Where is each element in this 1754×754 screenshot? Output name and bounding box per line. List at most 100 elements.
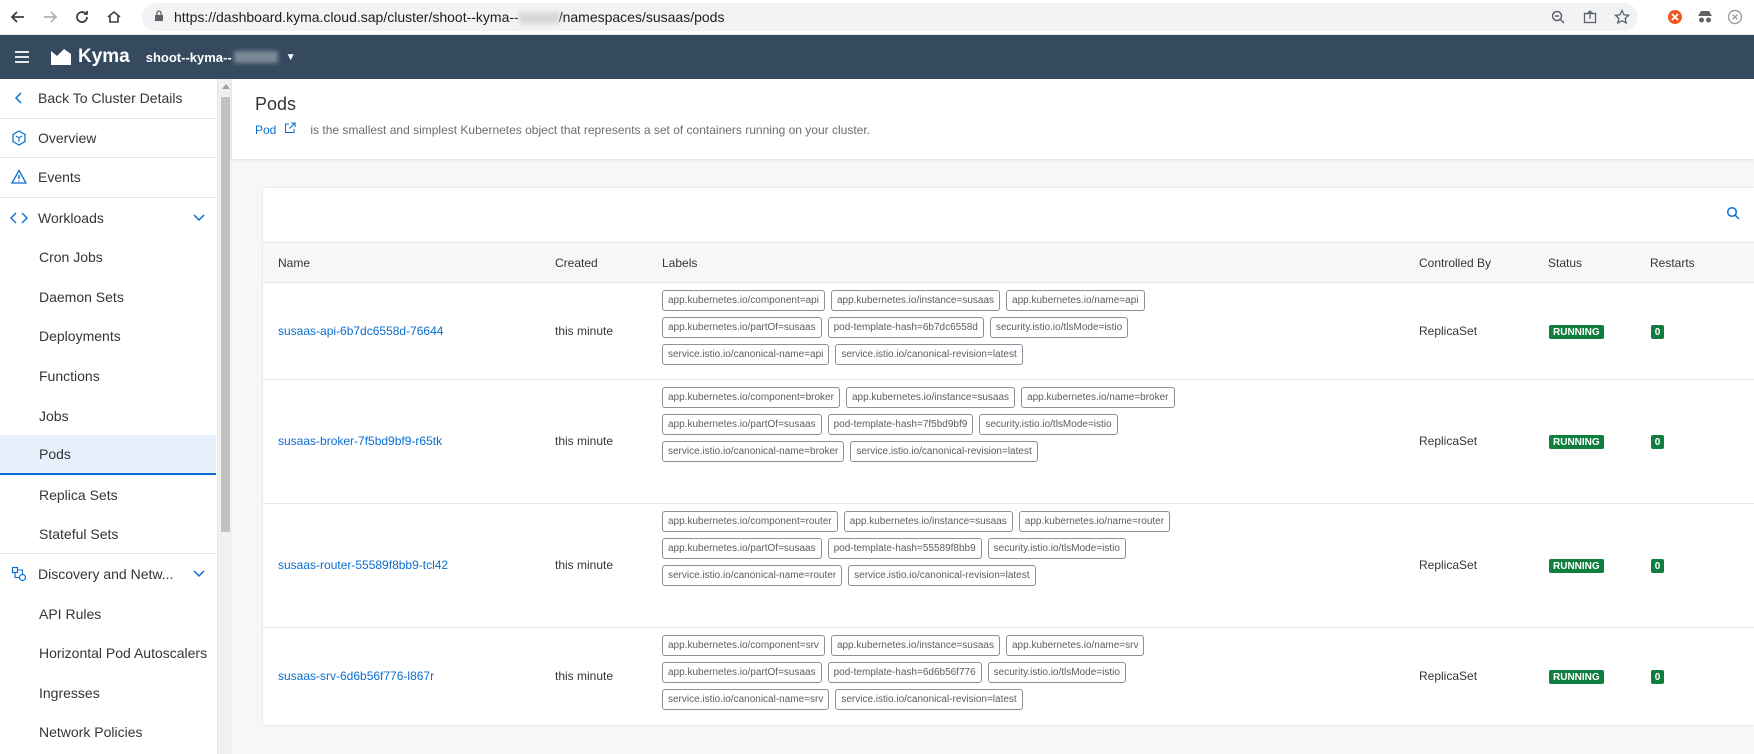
sidebar-item-functions[interactable]: Functions bbox=[0, 356, 216, 396]
controlled-by-cell[interactable]: ReplicaSet bbox=[1419, 558, 1477, 572]
kyma-logo[interactable]: Kyma bbox=[50, 46, 130, 68]
home-icon[interactable] bbox=[100, 3, 128, 31]
incognito-extension-icon[interactable] bbox=[1692, 4, 1718, 30]
label-chip: security.istio.io/tlsMode=istio bbox=[987, 662, 1126, 683]
label-chip: service.istio.io/canonical-revision=late… bbox=[835, 689, 1023, 710]
sidebar-item-horizontal-pod-autoscalers[interactable]: Horizontal Pod Autoscalers bbox=[0, 633, 216, 673]
label-chip: app.kubernetes.io/instance=susaas bbox=[843, 511, 1013, 532]
label-chip: app.kubernetes.io/partOf=susaas bbox=[662, 317, 822, 338]
sidebar-item-daemon-sets[interactable]: Daemon Sets bbox=[0, 277, 216, 317]
url-prefix: https://dashboard.kyma.cloud.sap/cluster… bbox=[174, 9, 519, 25]
label-chip: security.istio.io/tlsMode=istio bbox=[989, 317, 1129, 338]
external-link-icon[interactable] bbox=[284, 122, 296, 137]
sidebar-item-label: Functions bbox=[39, 367, 100, 384]
label-chip: service.istio.io/canonical-name=srv bbox=[662, 689, 830, 710]
sidebar-item-label: Ingresses bbox=[39, 684, 100, 701]
namespace-icon bbox=[0, 130, 38, 146]
close-circle-icon[interactable] bbox=[1722, 4, 1748, 30]
column-header-created[interactable]: Created bbox=[555, 256, 598, 270]
label-chip: app.kubernetes.io/partOf=susaas bbox=[662, 414, 822, 435]
sidebar-item-jobs[interactable]: Jobs bbox=[0, 396, 216, 436]
sidebar-item-pods[interactable]: Pods bbox=[0, 435, 216, 475]
url-text: https://dashboard.kyma.cloud.sap/cluster… bbox=[174, 9, 724, 25]
browser-toolbar: https://dashboard.kyma.cloud.sap/cluster… bbox=[0, 0, 1754, 35]
sidebar-item-label: Overview bbox=[38, 129, 97, 146]
sidebar-item-label: Replica Sets bbox=[39, 486, 118, 503]
sidebar-nav: Back To Cluster Details Overview Events … bbox=[0, 79, 216, 752]
labels-cell: app.kubernetes.io/component=broker app.k… bbox=[662, 387, 1182, 468]
table-toolbar bbox=[263, 188, 1754, 243]
column-header-name[interactable]: Name bbox=[278, 256, 310, 270]
label-chip: app.kubernetes.io/name=api bbox=[1006, 290, 1145, 311]
sidebar-item-network-policies[interactable]: Network Policies bbox=[0, 713, 216, 753]
sidebar-item-label: Deployments bbox=[39, 328, 121, 345]
table-header: Name Created Labels Controlled By Status… bbox=[263, 243, 1754, 283]
label-chip: service.istio.io/canonical-revision=late… bbox=[848, 565, 1036, 586]
chevron-down-icon[interactable] bbox=[192, 566, 206, 582]
pod-name-link[interactable]: susaas-router-55589f8bb9-tcl42 bbox=[278, 558, 448, 572]
cluster-name: shoot--kyma-- bbox=[145, 49, 232, 65]
label-chip: pod-template-hash=55589f8bb9 bbox=[827, 538, 982, 559]
sidebar-item-api-rules[interactable]: API Rules bbox=[0, 594, 216, 634]
status-badge: RUNNING bbox=[1549, 670, 1604, 684]
sidebar-item-ingresses[interactable]: Ingresses bbox=[0, 673, 216, 713]
label-chip: app.kubernetes.io/component=router bbox=[662, 511, 838, 532]
column-header-labels[interactable]: Labels bbox=[662, 256, 697, 270]
label-chip: security.istio.io/tlsMode=istio bbox=[979, 414, 1118, 435]
status-badge: RUNNING bbox=[1549, 325, 1604, 339]
table-row: susaas-srv-6d6b56f776-l867r this minute … bbox=[263, 628, 1754, 725]
page-title: Pods bbox=[255, 94, 297, 114]
pod-docs-link[interactable]: Pod bbox=[255, 123, 276, 137]
sidebar-scrollbar-thumb[interactable] bbox=[221, 97, 230, 532]
pod-name-link[interactable]: susaas-api-6b7dc6558d-76644 bbox=[278, 324, 443, 338]
forward-arrow-icon[interactable] bbox=[36, 3, 64, 31]
sidebar-item-cron-jobs[interactable]: Cron Jobs bbox=[0, 237, 216, 277]
star-icon[interactable] bbox=[1606, 3, 1638, 31]
label-chip: app.kubernetes.io/component=api bbox=[662, 290, 825, 311]
address-bar[interactable]: https://dashboard.kyma.cloud.sap/cluster… bbox=[142, 3, 1638, 31]
label-chip: app.kubernetes.io/component=broker bbox=[662, 387, 840, 408]
table-row: susaas-broker-7f5bd9bf9-r65tk this minut… bbox=[263, 380, 1754, 504]
menu-icon[interactable] bbox=[0, 35, 44, 79]
column-header-restarts[interactable]: Restarts bbox=[1650, 256, 1695, 270]
url-suffix: /namespaces/susaas/pods bbox=[558, 9, 725, 25]
sidebar-item-events[interactable]: Events bbox=[0, 158, 216, 198]
back-arrow-icon[interactable] bbox=[4, 3, 32, 31]
labels-cell: app.kubernetes.io/component=api app.kube… bbox=[662, 290, 1182, 371]
scroll-up-arrow-icon[interactable] bbox=[222, 84, 230, 89]
controlled-by-cell[interactable]: ReplicaSet bbox=[1419, 434, 1477, 448]
sidebar-item-overview[interactable]: Overview bbox=[0, 119, 216, 159]
restarts-badge: 0 bbox=[1651, 435, 1664, 449]
chevron-down-icon[interactable] bbox=[192, 210, 206, 226]
pod-name-link[interactable]: susaas-broker-7f5bd9bf9-r65tk bbox=[278, 434, 442, 448]
table-row: susaas-router-55589f8bb9-tcl42 this minu… bbox=[263, 504, 1754, 628]
cluster-selector[interactable]: shoot--kyma-- ▼ bbox=[146, 50, 296, 65]
sidebar-item-replica-sets[interactable]: Replica Sets bbox=[0, 475, 216, 515]
back-to-cluster-button[interactable]: Back To Cluster Details bbox=[0, 79, 216, 119]
description-text: is the smallest and simplest Kubernetes … bbox=[310, 122, 870, 137]
reload-icon[interactable] bbox=[68, 3, 96, 31]
product-name: Kyma bbox=[78, 46, 130, 67]
search-icon[interactable] bbox=[1726, 206, 1740, 223]
sidebar-item-label: Stateful Sets bbox=[39, 525, 119, 542]
label-chip: app.kubernetes.io/partOf=susaas bbox=[662, 538, 822, 559]
controlled-by-cell[interactable]: ReplicaSet bbox=[1419, 669, 1477, 683]
share-icon[interactable] bbox=[1574, 3, 1606, 31]
status-badge: RUNNING bbox=[1549, 435, 1604, 449]
pod-name-link[interactable]: susaas-srv-6d6b56f776-l867r bbox=[278, 669, 434, 683]
sidebar-item-deployments[interactable]: Deployments bbox=[0, 317, 216, 357]
label-chip: pod-template-hash=6d6b56f776 bbox=[827, 662, 982, 683]
sidebar-item-discovery-and-network[interactable]: Discovery and Netw... bbox=[0, 554, 216, 594]
sidebar-item-stateful-sets[interactable]: Stateful Sets bbox=[0, 515, 216, 555]
column-header-status[interactable]: Status bbox=[1548, 256, 1582, 270]
column-header-controlled-by[interactable]: Controlled By bbox=[1419, 256, 1491, 270]
sidebar-item-label: Jobs bbox=[39, 407, 69, 424]
chevron-left-icon bbox=[0, 91, 38, 105]
controlled-by-cell[interactable]: ReplicaSet bbox=[1419, 324, 1477, 338]
extension-icon[interactable] bbox=[1662, 4, 1688, 30]
sidebar-item-workloads[interactable]: Workloads bbox=[0, 198, 216, 238]
warning-icon bbox=[0, 169, 38, 185]
sidebar-item-label: Network Policies bbox=[39, 724, 143, 741]
zoom-out-icon[interactable] bbox=[1542, 3, 1574, 31]
created-cell: this minute bbox=[555, 324, 614, 338]
